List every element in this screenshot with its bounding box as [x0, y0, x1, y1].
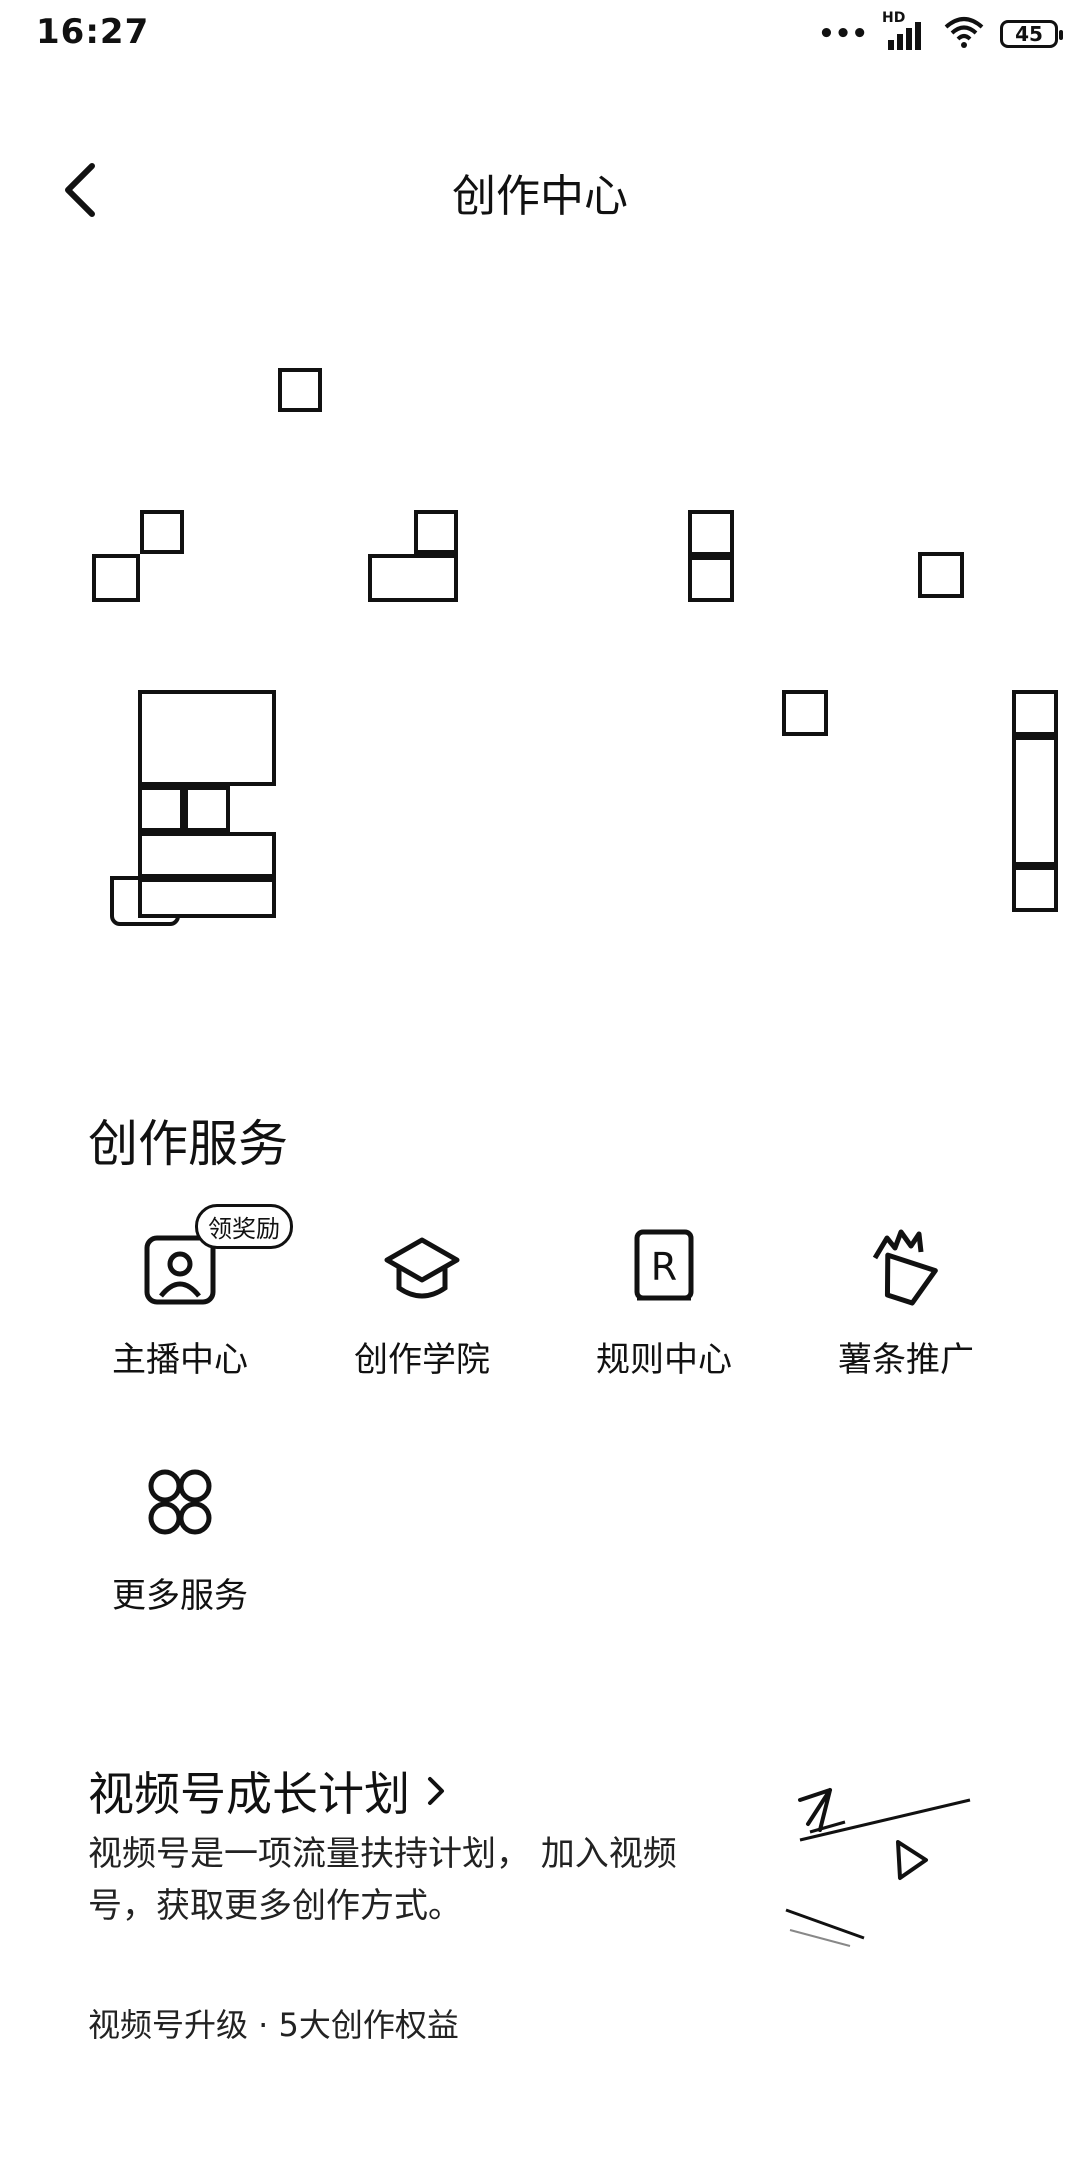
service-more[interactable]: 更多服务 [60, 1458, 300, 1617]
section-title-services: 创作服务 [88, 1115, 288, 1173]
promo-card-description: 视频号是一项流量扶持计划， 加入视频号，获取更多创作方式。 [88, 1834, 677, 1926]
service-label: 主播中心 [112, 1340, 248, 1380]
dots-icon: ••• [818, 19, 868, 49]
graduation-cap-icon [377, 1222, 467, 1312]
fries-icon [861, 1222, 951, 1312]
battery-indicator: 45 [1000, 20, 1063, 48]
service-rule-center[interactable]: R 规则中心 [544, 1222, 784, 1381]
wifi-icon [942, 15, 986, 53]
creator-stats-placeholder [0, 350, 1080, 950]
service-fries-promotion[interactable]: 薯条推广 [786, 1222, 1026, 1381]
page-title: 创作中心 [452, 171, 628, 222]
chevron-right-icon [428, 1777, 444, 1805]
service-label: 薯条推广 [838, 1340, 974, 1380]
service-anchor-center[interactable]: 领奖励 主播中心 [60, 1204, 300, 1381]
service-label: 创作学院 [354, 1340, 490, 1380]
status-time: 16:27 [36, 12, 150, 52]
more-services-icon [135, 1458, 225, 1548]
status-icons: ••• HD 45 [818, 10, 1063, 54]
rule-book-icon: R [619, 1222, 709, 1312]
anchor-center-icon: 领奖励 [135, 1204, 293, 1312]
reward-badge: 领奖励 [195, 1204, 293, 1249]
promo-card-footer[interactable]: 视频号升级 · 5大创作权益 [88, 2000, 459, 2046]
service-creation-academy[interactable]: 创作学院 [302, 1222, 542, 1381]
promo-card-title[interactable]: 视频号成长计划 [88, 1758, 450, 1824]
promo-title-text: 视频号成长计划 [88, 1767, 410, 1821]
svg-text:R: R [651, 1245, 677, 1289]
service-label: 更多服务 [112, 1576, 248, 1616]
video-growth-illustration [760, 1760, 1010, 2020]
signal-icon: HD [882, 10, 928, 52]
service-label: 规则中心 [596, 1340, 732, 1380]
